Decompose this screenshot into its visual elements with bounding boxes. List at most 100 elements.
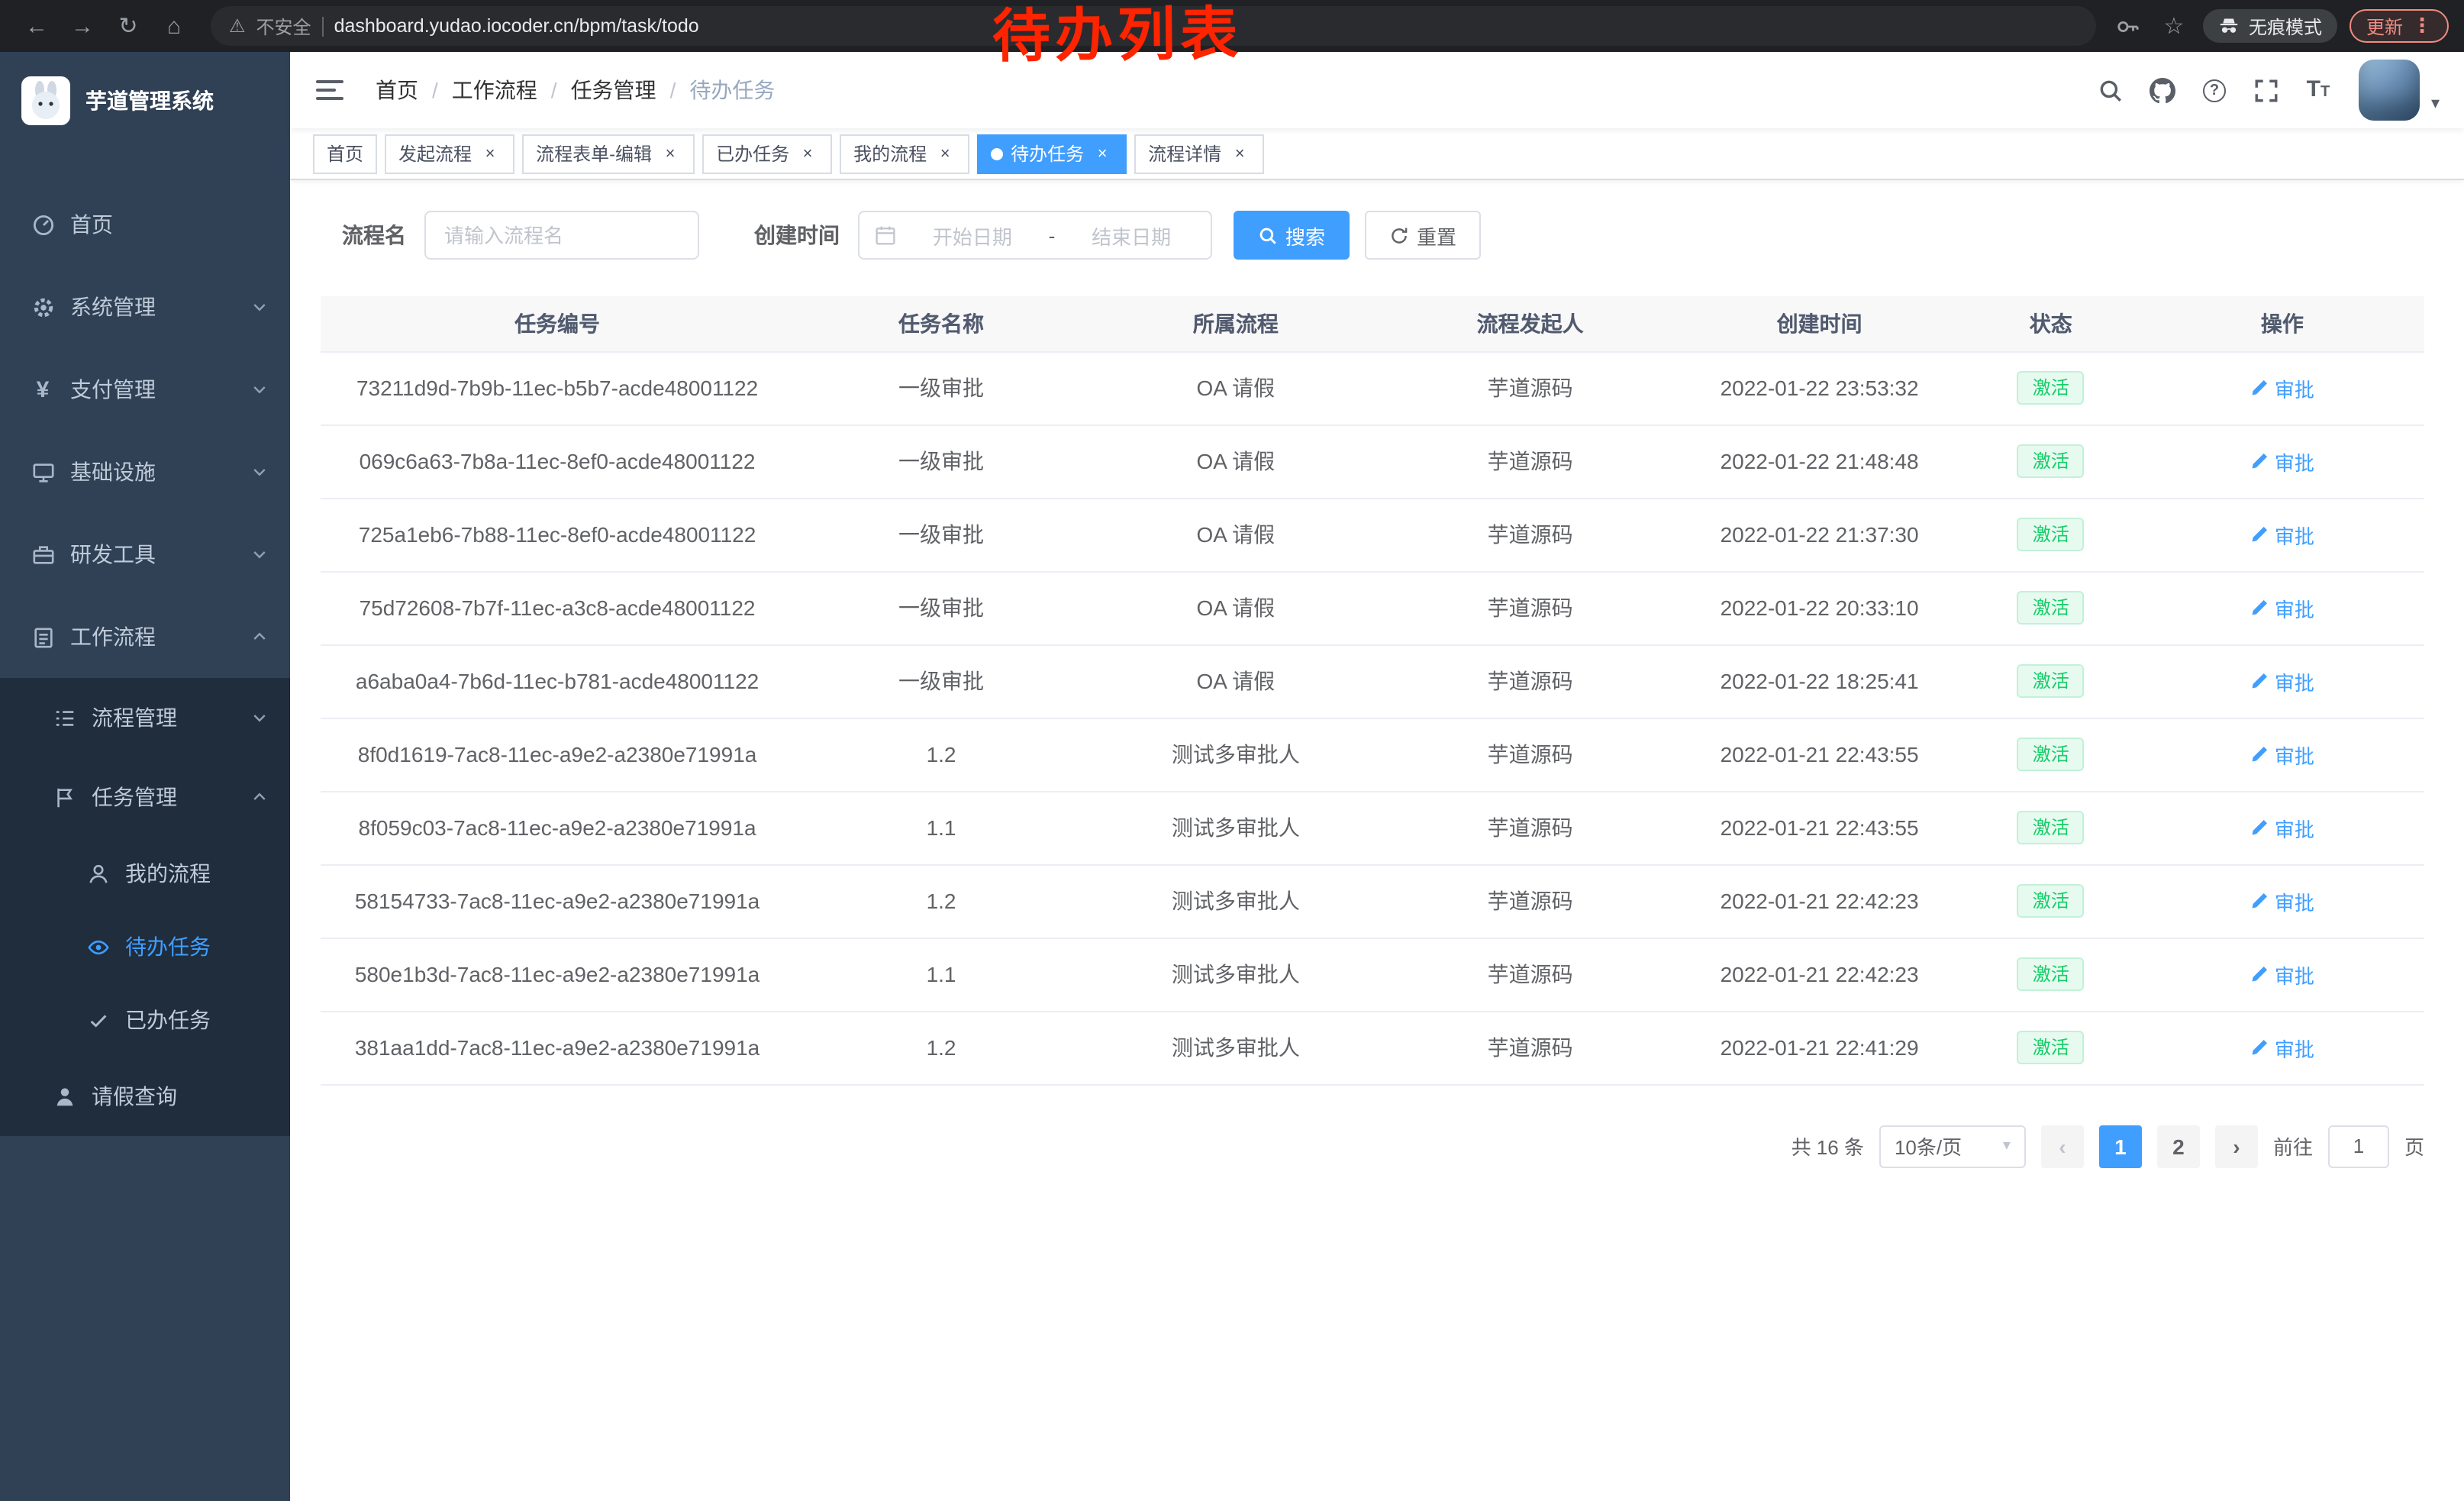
- fullscreen-icon[interactable]: [2243, 67, 2289, 113]
- address-bar[interactable]: ⚠ 不安全 dashboard.yudao.iocoder.cn/bpm/tas…: [211, 6, 2096, 46]
- create-time-label: 创建时间: [754, 220, 840, 250]
- approve-link[interactable]: 审批: [2250, 447, 2314, 476]
- prev-page-button[interactable]: ‹: [2041, 1125, 2084, 1167]
- calendar-icon: [875, 224, 896, 246]
- hamburger-icon[interactable]: [314, 72, 351, 108]
- search-button[interactable]: 搜索: [1234, 211, 1350, 260]
- approve-link[interactable]: 审批: [2250, 960, 2314, 989]
- tab-start-process[interactable]: 发起流程 ×: [385, 134, 514, 173]
- breadcrumb-item-workflow[interactable]: 工作流程: [452, 75, 537, 105]
- update-button[interactable]: 更新 ⋮: [2350, 9, 2449, 43]
- search-icon[interactable]: [2088, 67, 2133, 113]
- approve-link[interactable]: 审批: [2250, 520, 2314, 549]
- tab-todo-tasks[interactable]: 待办任务 ×: [977, 134, 1127, 173]
- tags-bar: 首页 发起流程 × 流程表单-编辑 × 已办任务 × 我的流程 ×: [290, 128, 2464, 180]
- approve-link[interactable]: 审批: [2250, 740, 2314, 769]
- tab-label: 首页: [327, 140, 363, 166]
- search-icon: [1258, 225, 1278, 245]
- home-icon[interactable]: ⌂: [153, 5, 195, 47]
- incognito-label: 无痕模式: [2249, 13, 2322, 39]
- approve-link[interactable]: 审批: [2250, 373, 2314, 402]
- font-size-icon[interactable]: TT: [2295, 67, 2341, 113]
- page-size-select[interactable]: 10条/页 ▾: [1879, 1125, 2026, 1167]
- forward-icon[interactable]: →: [61, 5, 104, 47]
- sidebar-item-task-mgmt[interactable]: 任务管理: [0, 757, 290, 837]
- yen-icon: ¥: [31, 377, 55, 402]
- edit-icon: [2250, 1038, 2269, 1057]
- refresh-icon[interactable]: ↻: [107, 5, 150, 47]
- table-row: 580e1b3d-7ac8-11ec-a9e2-a2380e71991a 1.1…: [321, 938, 2424, 1011]
- tab-close-icon[interactable]: ×: [1229, 143, 1250, 164]
- cell-actions: 审批: [2140, 1011, 2424, 1084]
- page-button-2[interactable]: 2: [2157, 1125, 2200, 1167]
- tab-done-tasks[interactable]: 已办任务 ×: [702, 134, 832, 173]
- avatar[interactable]: [2359, 60, 2420, 121]
- tab-home[interactable]: 首页: [313, 134, 377, 173]
- sidebar-item-system-mgmt[interactable]: 系统管理: [0, 266, 290, 348]
- sidebar-item-my-process[interactable]: 我的流程: [0, 837, 290, 910]
- caret-down-icon[interactable]: ▾: [2431, 92, 2440, 112]
- page-button-1[interactable]: 1: [2099, 1125, 2142, 1167]
- reset-button[interactable]: 重置: [1365, 211, 1481, 260]
- url-text[interactable]: dashboard.yudao.iocoder.cn/bpm/task/todo: [334, 15, 699, 37]
- warning-icon: ⚠: [229, 15, 246, 37]
- approve-link[interactable]: 审批: [2250, 813, 2314, 842]
- sidebar-item-dev-tools[interactable]: 研发工具: [0, 513, 290, 596]
- screen: ← → ↻ ⌂ ⚠ 不安全 dashboard.yudao.iocoder.cn…: [0, 0, 2464, 1501]
- tab-close-icon[interactable]: ×: [934, 143, 956, 164]
- sidebar-item-home[interactable]: 首页: [0, 183, 290, 266]
- tab-form-edit[interactable]: 流程表单-编辑 ×: [522, 134, 695, 173]
- cell-process: 测试多审批人: [1088, 938, 1383, 1011]
- help-icon[interactable]: ?: [2191, 67, 2237, 113]
- date-range-picker[interactable]: 开始日期 - 结束日期: [858, 211, 1212, 260]
- cell-starter: 芋道源码: [1383, 1011, 1678, 1084]
- github-icon[interactable]: [2140, 67, 2185, 113]
- tab-close-icon[interactable]: ×: [1092, 143, 1113, 164]
- workflow-submenu: 流程管理 任务管理 我的流程: [0, 678, 290, 1136]
- tab-close-icon[interactable]: ×: [479, 143, 501, 164]
- sidebar-item-infrastructure[interactable]: 基础设施: [0, 431, 290, 513]
- breadcrumb-item-home[interactable]: 首页: [376, 75, 418, 105]
- cell-starter: 芋道源码: [1383, 424, 1678, 498]
- cell-status: 激活: [1962, 424, 2140, 498]
- next-page-button[interactable]: ›: [2215, 1125, 2258, 1167]
- sidebar-item-done-tasks[interactable]: 已办任务: [0, 983, 290, 1057]
- approve-link[interactable]: 审批: [2250, 1033, 2314, 1062]
- tab-close-icon[interactable]: ×: [797, 143, 818, 164]
- process-name-input[interactable]: [424, 211, 699, 260]
- tab-close-icon[interactable]: ×: [660, 143, 681, 164]
- pagination: 共 16 条 10条/页 ▾ ‹ 1 2 › 前往 页: [321, 1125, 2424, 1167]
- bookmark-star-icon[interactable]: ☆: [2157, 9, 2191, 43]
- approve-link[interactable]: 审批: [2250, 593, 2314, 622]
- approve-link-label: 审批: [2275, 960, 2314, 989]
- update-label: 更新: [2366, 13, 2403, 39]
- edit-icon: [2250, 745, 2269, 763]
- sidebar-item-payment-mgmt[interactable]: ¥ 支付管理: [0, 348, 290, 431]
- dashboard-icon: [31, 212, 55, 237]
- menu-label: 任务管理: [92, 782, 177, 812]
- browser-menu-icon[interactable]: ⋮: [2412, 14, 2432, 38]
- breadcrumb-item-task-mgmt[interactable]: 任务管理: [571, 75, 656, 105]
- table-row: 75d72608-7b7f-11ec-a3c8-acde48001122 一级审…: [321, 571, 2424, 644]
- user-icon: [52, 1084, 76, 1109]
- sidebar-item-todo-tasks[interactable]: 待办任务: [0, 910, 290, 983]
- app-title: 芋道管理系统: [85, 86, 214, 116]
- sidebar-item-process-mgmt[interactable]: 流程管理: [0, 678, 290, 757]
- back-icon[interactable]: ←: [15, 5, 58, 47]
- approve-link[interactable]: 审批: [2250, 886, 2314, 915]
- tab-process-detail[interactable]: 流程详情 ×: [1134, 134, 1264, 173]
- sidebar-item-leave-query[interactable]: 请假查询: [0, 1057, 290, 1136]
- cell-task-id: 75d72608-7b7f-11ec-a3c8-acde48001122: [321, 571, 794, 644]
- key-icon[interactable]: [2111, 9, 2145, 43]
- active-tab-dot: [991, 147, 1003, 160]
- logo-area[interactable]: 芋道管理系统: [0, 52, 290, 150]
- menu-label: 基础设施: [70, 457, 156, 487]
- goto-page-input[interactable]: [2328, 1125, 2389, 1167]
- security-label[interactable]: 不安全: [256, 13, 311, 39]
- app: 芋道管理系统 首页 系统管理 ¥: [0, 52, 2464, 1501]
- sidebar-item-workflow[interactable]: 工作流程: [0, 596, 290, 678]
- cell-create-time: 2022-01-22 18:25:41: [1678, 644, 1962, 718]
- edit-icon: [2250, 379, 2269, 397]
- tab-my-process[interactable]: 我的流程 ×: [840, 134, 969, 173]
- approve-link[interactable]: 审批: [2250, 667, 2314, 696]
